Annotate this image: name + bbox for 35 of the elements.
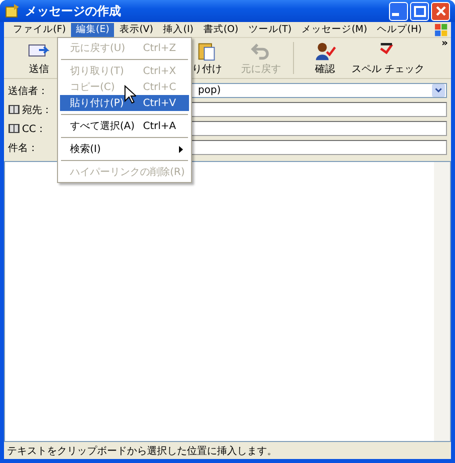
mouse-cursor-icon [124, 85, 136, 104]
minimize-icon [392, 12, 399, 16]
status-text: テキストをクリップボードから選択した位置に挿入します。 [7, 444, 277, 458]
menu-item[interactable]: 検索(I) [60, 141, 189, 157]
field-label: 件名： [8, 142, 38, 154]
maximize-icon [414, 6, 426, 16]
menu-item[interactable]: ツール(T) [243, 22, 297, 36]
address-book-icon [8, 123, 20, 134]
message-body-field[interactable] [4, 161, 451, 442]
menu-item[interactable]: 貼り付け(P) Ctrl+V [60, 95, 189, 111]
menu-item[interactable]: メッセージ(M) [296, 22, 372, 36]
menu-item[interactable]: ファイル(F) [8, 22, 71, 36]
envelope-icon [5, 3, 21, 19]
windows-flag-icon [434, 23, 449, 38]
close-button[interactable] [431, 2, 450, 20]
close-icon [436, 6, 446, 16]
address-book-icon [8, 104, 20, 115]
field-label: 送信者： [8, 84, 48, 98]
scrollbar[interactable] [434, 162, 450, 441]
submenu-arrow-icon [179, 146, 183, 152]
check-button[interactable]: 確認 [297, 40, 353, 76]
person-check-icon [313, 40, 337, 60]
window-title: メッセージの作成 [25, 2, 122, 20]
menu-item[interactable]: 表示(V) [114, 22, 158, 36]
menu-item[interactable]: 書式(O) [198, 22, 244, 36]
minimize-button[interactable] [389, 2, 408, 20]
field-label: CC： [22, 122, 46, 136]
menu-item[interactable]: すべて選択(A) Ctrl+A [60, 118, 189, 134]
field-label: 宛先： [22, 104, 52, 116]
menu-item[interactable]: ヘルプ(H) [372, 22, 427, 36]
toolbar-overflow-button[interactable]: » [442, 38, 448, 49]
menu-item[interactable]: 編集(E) [70, 22, 114, 36]
maximize-button[interactable] [410, 2, 429, 20]
spell-button[interactable]: スペル チェック [353, 40, 423, 76]
menu-item[interactable]: 挿入(I) [158, 22, 198, 36]
